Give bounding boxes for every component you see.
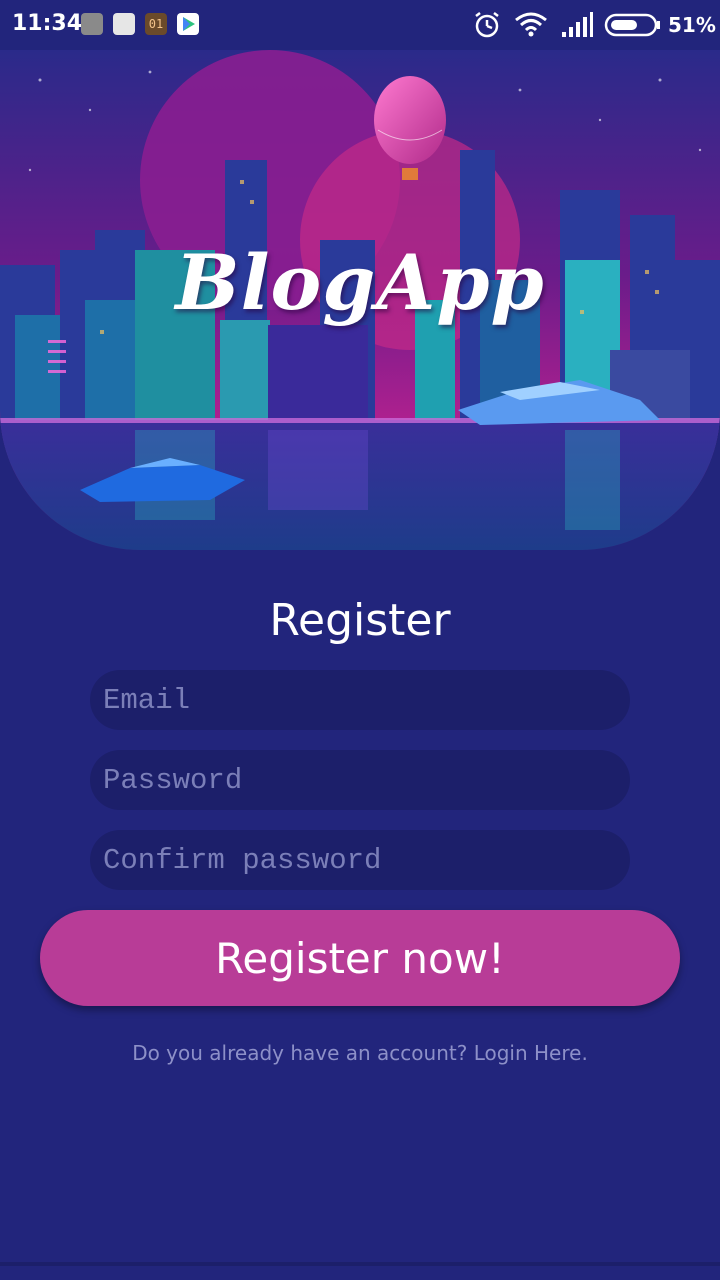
- battery-percent: 51%: [668, 13, 716, 37]
- password-input[interactable]: [90, 750, 630, 810]
- mail-icon: [113, 13, 135, 35]
- hero-banner: BlogApp: [0, 50, 720, 550]
- battery-icon: [604, 13, 660, 37]
- counter-icon: 01: [145, 13, 167, 35]
- app-logo-title: BlogApp: [175, 238, 545, 327]
- bottom-divider: [0, 1262, 720, 1266]
- email-field[interactable]: [90, 670, 630, 730]
- status-bar: 11:34 01 51%: [0, 0, 720, 50]
- wifi-icon: [515, 12, 547, 37]
- confirm-password-input[interactable]: [90, 830, 630, 890]
- signal-icon: [562, 12, 593, 37]
- login-link[interactable]: Do you already have an account? Login He…: [0, 1041, 720, 1065]
- password-field[interactable]: [90, 750, 630, 810]
- register-button[interactable]: Register now!: [40, 910, 680, 1006]
- email-input[interactable]: [90, 670, 630, 730]
- page-title: Register: [269, 595, 451, 646]
- clock: 11:34: [12, 11, 83, 36]
- confirm-password-field[interactable]: [90, 830, 630, 890]
- usb-debug-icon: [81, 13, 103, 35]
- alarm-icon: [475, 12, 499, 38]
- play-store-icon: [177, 13, 199, 35]
